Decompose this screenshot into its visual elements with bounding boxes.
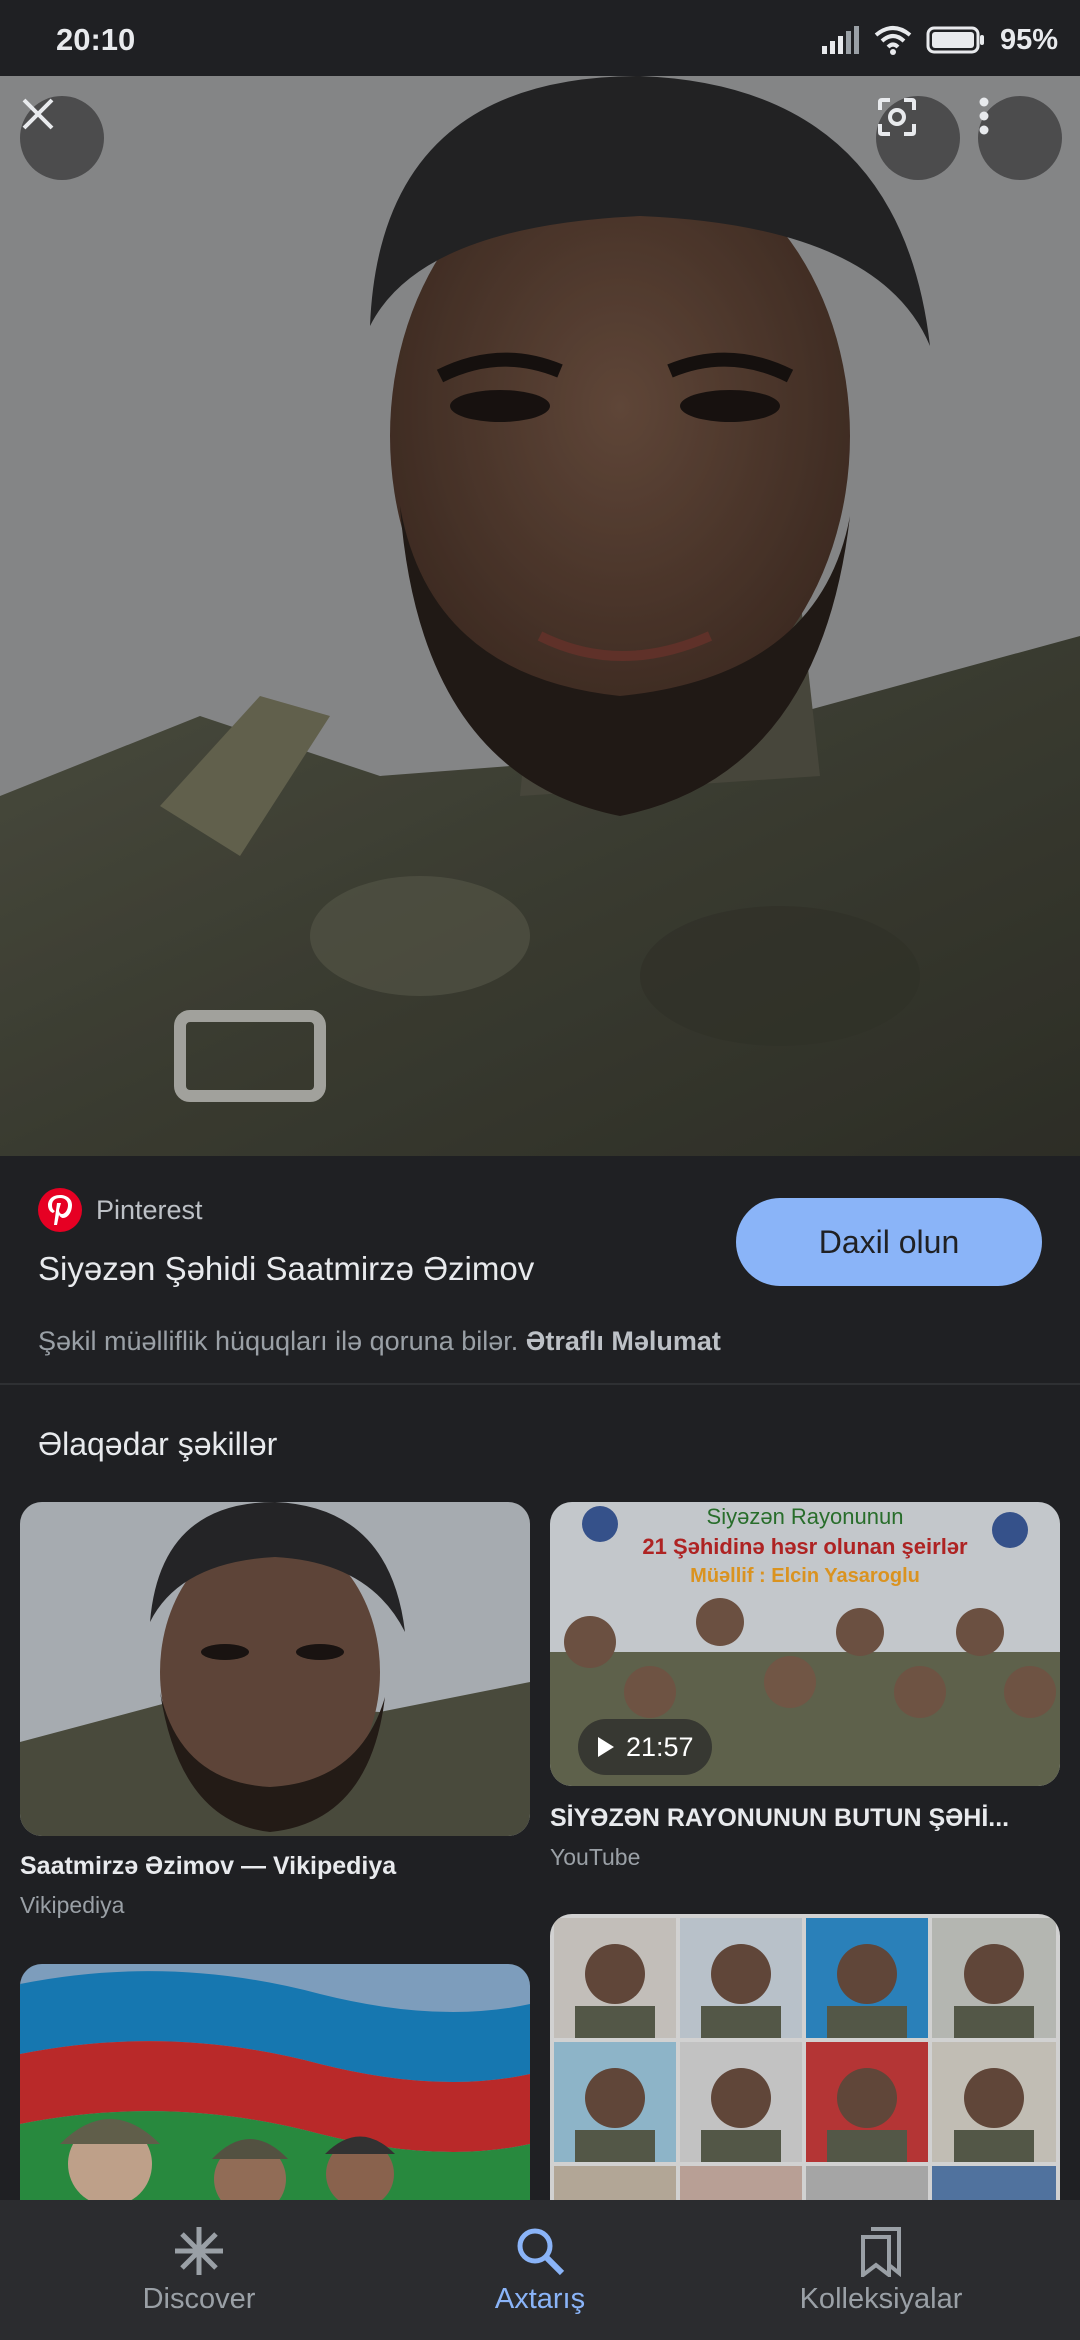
status-bar: 20:10 95% — [0, 0, 1080, 76]
bottom-navigation: Discover Axtarış Kolleksiyalar — [0, 2200, 1080, 2340]
nav-collections[interactable]: Kolleksiyalar — [731, 2200, 1031, 2340]
close-button[interactable] — [20, 96, 104, 180]
nav-discover-label: Discover — [142, 2282, 256, 2315]
divider — [0, 1383, 1080, 1385]
related-title-1[interactable]: Saatmirzə Əzimov — Vikipediya — [20, 1852, 530, 1881]
nav-search-label: Axtarış — [494, 2282, 586, 2315]
nav-search[interactable]: Axtarış — [390, 2200, 690, 2340]
related-thumbnail — [550, 1914, 1060, 2224]
related-title-2[interactable]: SİYƏZƏN RAYONUNUN BUTUN ŞƏHİ... — [550, 1804, 1060, 1833]
pinterest-icon — [38, 1188, 82, 1232]
signal-icon — [821, 26, 859, 54]
related-image-4[interactable] — [550, 1914, 1060, 2224]
battery-level: 95% — [999, 23, 1058, 56]
result-title[interactable]: Siyəzən Şəhidi Saatmirzə Əzimov — [38, 1250, 534, 1288]
related-source-1: Vikipediya — [20, 1892, 125, 1918]
preview-image[interactable] — [0, 76, 1080, 1156]
nav-collections-label: Kolleksiyalar — [799, 2282, 963, 2315]
wifi-icon — [874, 26, 912, 55]
learn-more-link[interactable]: Ətraflı Məlumat — [526, 1326, 721, 1356]
related-thumbnail — [20, 1502, 530, 1836]
status-icons: 95% — [821, 22, 1058, 58]
copyright-text: Şəkil müəlliflik hüquqları ilə qoruna bi… — [38, 1326, 519, 1356]
more-options-button[interactable] — [978, 96, 1062, 180]
play-icon — [598, 1737, 614, 1757]
related-thumbnail — [20, 1964, 530, 2224]
close-icon — [22, 98, 54, 130]
lens-icon — [878, 98, 916, 136]
source-name: Pinterest — [96, 1194, 203, 1225]
copyright-notice: Şəkil müəlliflik hüquqları ilə qoruna bi… — [38, 1326, 721, 1357]
related-image-1[interactable] — [20, 1502, 530, 1836]
video-duration-badge: 21:57 — [578, 1719, 712, 1775]
related-source-2: YouTube — [550, 1844, 641, 1870]
more-vert-icon — [979, 97, 989, 135]
related-heading: Əlaqədar şəkillər — [38, 1426, 278, 1462]
video-duration: 21:57 — [626, 1731, 694, 1762]
result-source[interactable]: Pinterest — [38, 1188, 203, 1232]
asterisk-icon — [175, 2226, 223, 2275]
status-time: 20:10 — [56, 22, 136, 57]
portrait-illustration — [0, 76, 1080, 1156]
bookmarks-icon — [861, 2226, 901, 2277]
search-icon — [517, 2228, 565, 2275]
battery-icon — [926, 26, 984, 54]
visit-button[interactable]: Daxil olun — [736, 1198, 1042, 1286]
lens-button[interactable] — [876, 96, 960, 180]
nav-discover[interactable]: Discover — [49, 2200, 349, 2340]
related-image-3[interactable] — [20, 1964, 530, 2224]
